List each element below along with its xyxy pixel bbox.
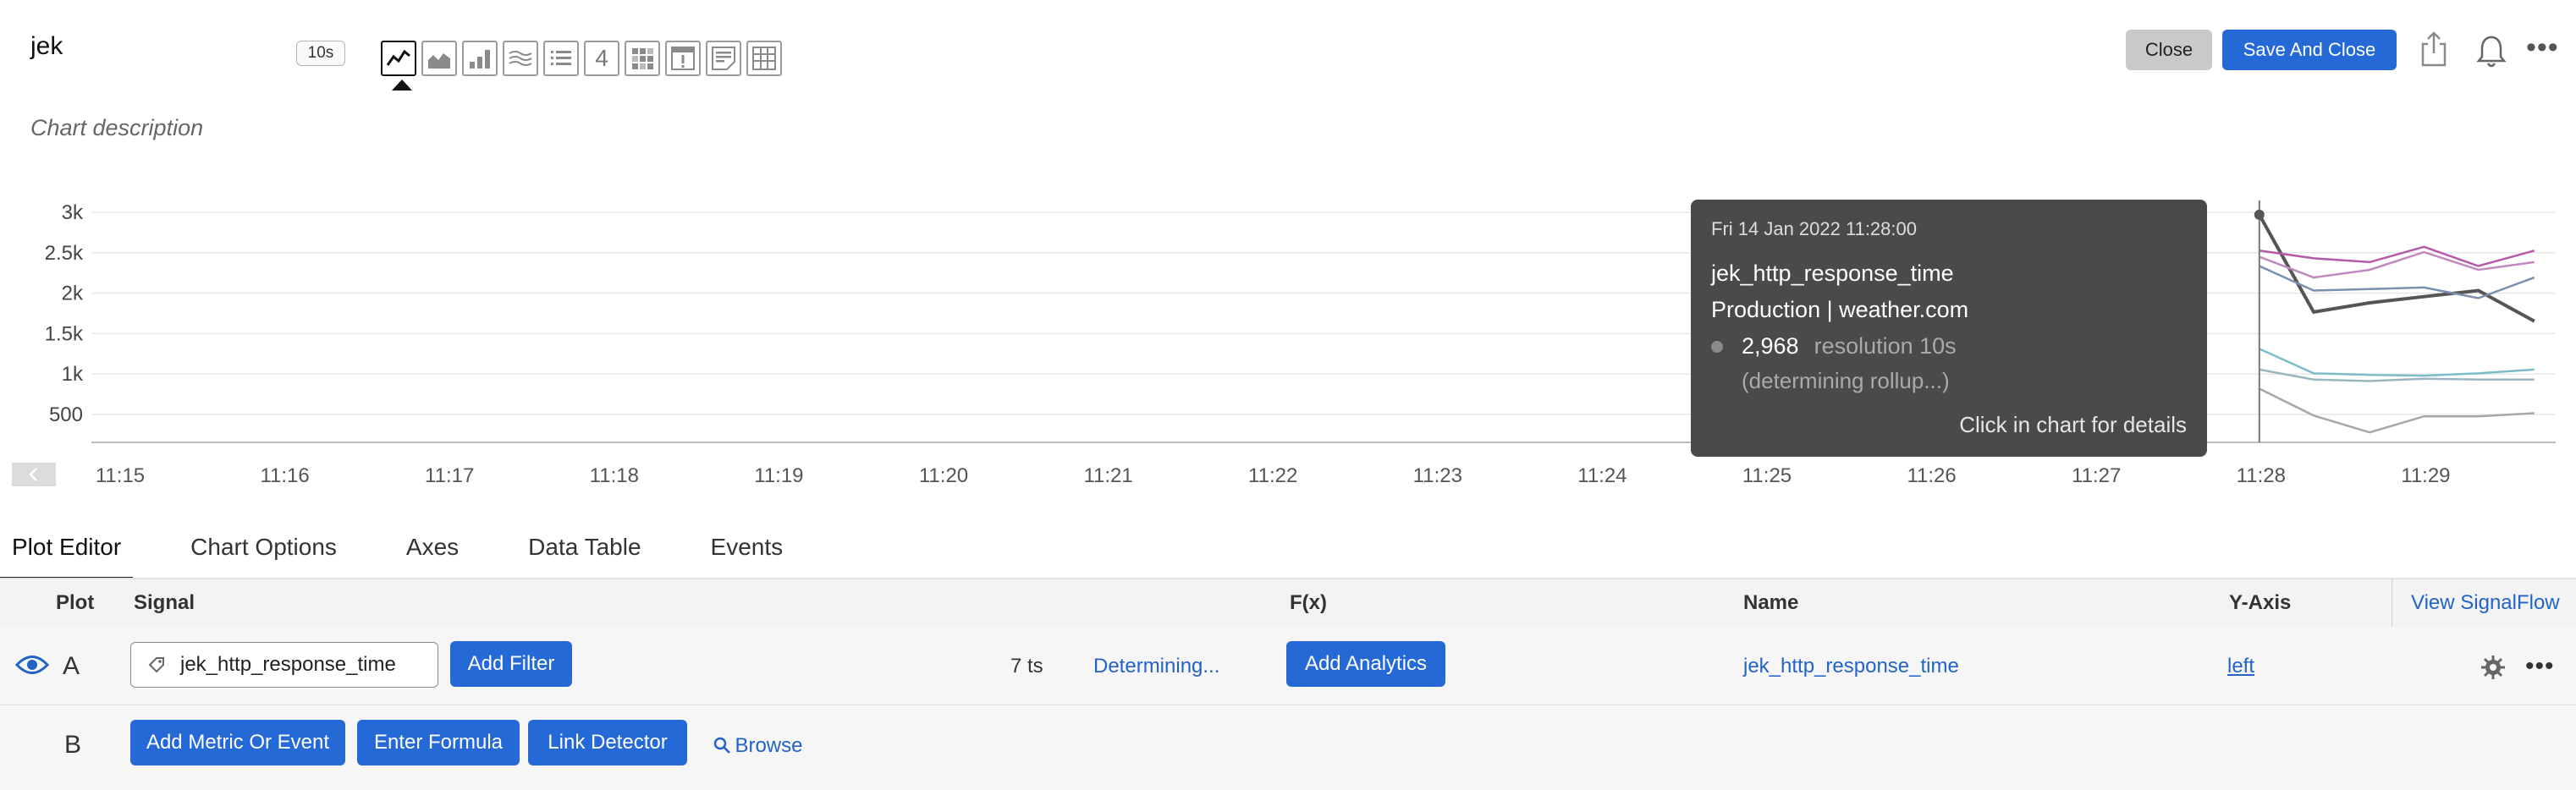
x-axis-ticks: 11:15 11:16 11:17 11:18 11:19 11:20 11:21 11:22… (96, 464, 2451, 487)
x-tick-label: 11:19 (754, 464, 803, 487)
header-fx: F(x) (1290, 591, 1327, 614)
editor-tabs: Plot Editor Chart Options Axes Data Tabl… (0, 533, 2576, 579)
chart-title[interactable]: jek (30, 32, 63, 61)
chart-series (2258, 213, 2535, 434)
tab-chart-options[interactable]: Chart Options (179, 533, 349, 579)
browse-link[interactable]: Browse (713, 734, 802, 758)
area-chart-icon[interactable] (421, 41, 457, 76)
header-yaxis: Y-Axis (2229, 591, 2292, 614)
histogram-chart-icon[interactable] (503, 41, 538, 76)
y-axis-ticks: 3k 2.5k 2k 1.5k 1k 500 (45, 201, 84, 426)
link-detector-button[interactable]: Link Detector (528, 720, 687, 765)
close-button[interactable]: Close (2126, 30, 2212, 70)
series-line (2259, 387, 2535, 434)
signal-value: jek_http_response_time (180, 653, 396, 676)
visibility-eye-icon[interactable] (14, 652, 50, 682)
tooltip-resolution: resolution 10s (1814, 333, 1957, 359)
determining-status-link[interactable]: Determining... (1093, 655, 1219, 678)
heatmap-chart-icon[interactable] (625, 41, 660, 76)
enter-formula-button[interactable]: Enter Formula (357, 720, 520, 765)
bell-icon[interactable] (2475, 34, 2507, 74)
active-chart-type-caret (392, 80, 412, 91)
single-value-glyph: 4 (595, 45, 608, 71)
column-chart-icon[interactable] (462, 41, 498, 76)
plot-letter-a: A (63, 652, 80, 680)
y-tick-label: 2.5k (45, 242, 84, 265)
scroll-left-button[interactable] (12, 463, 56, 486)
y-tick-label: 1k (62, 363, 84, 386)
y-tick-label: 2k (62, 283, 84, 305)
plot-row-a: A jek_http_response_time Add Filter 7 ts… (0, 627, 2576, 705)
search-icon (713, 737, 730, 754)
tooltip-rollup: (determining rollup...) (1742, 368, 1950, 393)
chart-tooltip: Fri 14 Jan 2022 11:28:00 jek_http_respon… (1691, 200, 2207, 457)
tag-icon (148, 657, 164, 673)
x-tick-label: 11:18 (590, 464, 639, 487)
x-tick-label: 11:17 (425, 464, 474, 487)
header-signal: Signal (134, 591, 195, 614)
view-signalflow-link[interactable]: View SignalFlow (2392, 579, 2576, 627)
table-chart-icon[interactable] (746, 41, 782, 76)
tooltip-date: Fri 14 Jan 2022 11:28:00 (1711, 218, 1917, 239)
tooltip-series-dot (1711, 340, 1723, 353)
x-tick-label: 11:21 (1083, 464, 1132, 487)
text-note-icon[interactable] (706, 41, 741, 76)
add-metric-or-event-button[interactable]: Add Metric Or Event (130, 720, 345, 765)
x-tick-label: 11:16 (260, 464, 309, 487)
tab-axes[interactable]: Axes (394, 533, 471, 579)
chart-type-selector: 4 (381, 41, 782, 76)
x-tick-label: 11:26 (1907, 464, 1956, 487)
event-feed-icon[interactable] (665, 41, 701, 76)
x-tick-label: 11:29 (2401, 464, 2450, 487)
plot-letter-b: B (64, 731, 82, 759)
browse-label: Browse (735, 734, 803, 757)
timeseries-count: 7 ts (1010, 655, 1043, 678)
chevron-left-icon (29, 468, 37, 481)
y-tick-label: 500 (49, 403, 83, 426)
save-and-close-button[interactable]: Save And Close (2222, 30, 2397, 70)
x-tick-label: 11:25 (1742, 464, 1792, 487)
single-value-chart-icon[interactable]: 4 (584, 41, 619, 76)
tooltip-metric: jek_http_response_time (1711, 261, 1954, 286)
signal-input[interactable]: jek_http_response_time (130, 642, 438, 688)
x-tick-label: 11:15 (96, 464, 145, 487)
tab-data-table[interactable]: Data Table (516, 533, 652, 579)
more-options-icon[interactable]: ••• (2526, 33, 2559, 62)
series-line (2259, 348, 2535, 377)
plot-table-header: Plot Signal F(x) Name Y-Axis View Signal… (0, 579, 2576, 628)
hover-point (2254, 209, 2265, 220)
list-chart-icon[interactable] (543, 41, 579, 76)
x-tick-label: 11:28 (2237, 464, 2286, 487)
gear-icon[interactable] (2480, 654, 2507, 685)
tab-events[interactable]: Events (699, 533, 795, 579)
tab-plot-editor[interactable]: Plot Editor (0, 533, 134, 579)
add-analytics-button[interactable]: Add Analytics (1286, 641, 1445, 687)
line-chart-icon[interactable] (381, 41, 416, 76)
plot-name-link[interactable]: jek_http_response_time (1743, 655, 1959, 678)
add-filter-button[interactable]: Add Filter (450, 641, 572, 687)
row-more-options-icon[interactable]: ••• (2525, 652, 2555, 681)
x-tick-label: 11:20 (919, 464, 968, 487)
tooltip-dimensions: Production | weather.com (1711, 297, 1969, 322)
tooltip-hint: Click in chart for details (1959, 412, 2187, 437)
x-tick-label: 11:27 (2072, 464, 2121, 487)
plot-row-b: B Add Metric Or Event Enter Formula Link… (0, 705, 2576, 790)
header-plot: Plot (56, 591, 95, 614)
series-line (2259, 245, 2535, 267)
x-tick-label: 11:24 (1577, 464, 1627, 487)
header-name: Name (1743, 591, 1799, 614)
yaxis-link[interactable]: left (2227, 655, 2254, 678)
x-tick-label: 11:22 (1248, 464, 1297, 487)
y-tick-label: 1.5k (45, 322, 84, 345)
tooltip-value: 2,968 (1742, 333, 1799, 359)
resolution-badge: 10s (296, 41, 345, 66)
share-icon[interactable] (2419, 30, 2449, 72)
x-tick-label: 11:23 (1413, 464, 1462, 487)
y-tick-label: 3k (62, 201, 84, 224)
chart-description[interactable]: Chart description (30, 115, 203, 141)
